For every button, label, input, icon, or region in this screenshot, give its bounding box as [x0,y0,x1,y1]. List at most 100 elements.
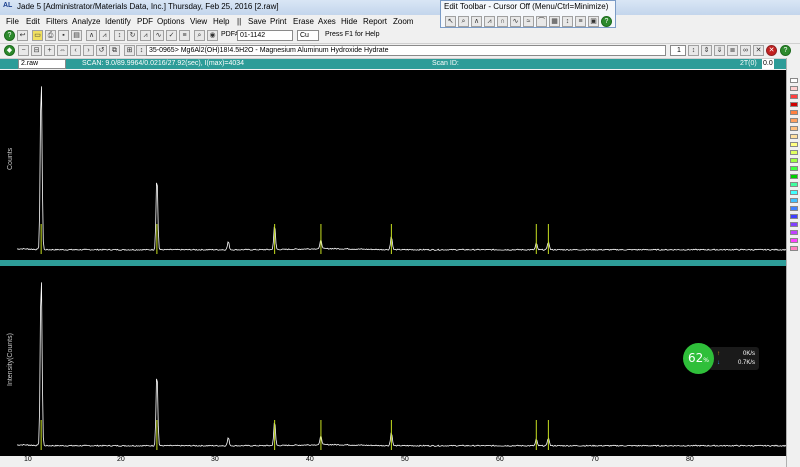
rotate-icon[interactable]: ↻ [127,30,138,41]
axis-mode[interactable]: 2T(0) [740,59,757,69]
menu-save[interactable]: Save [248,17,266,26]
marker-icon[interactable]: ✓ [166,30,177,41]
cursor-icon[interactable]: ↖ [445,16,456,27]
minus-icon[interactable]: − [18,45,29,56]
menu-view[interactable]: View [190,17,207,26]
palette-icon[interactable]: ◉ [207,30,218,41]
add-icon[interactable]: + [44,45,55,56]
color-swatch[interactable] [790,134,798,139]
edit-toolbar: Edit Toolbar - Cursor Off (Menu/Ctrl=Min… [440,0,616,28]
color-swatch[interactable] [790,142,798,147]
spin-icon[interactable]: ↕ [688,45,699,56]
smooth-icon[interactable]: ≈ [523,16,534,27]
expand-icon[interactable]: ⊞ [124,45,135,56]
color-swatch[interactable] [790,110,798,115]
down-arrow-icon[interactable]: ⇓ [714,45,725,56]
color-swatch[interactable] [790,182,798,187]
fit-peak-icon[interactable]: ∩ [497,16,508,27]
element-select[interactable]: Cu [297,30,319,41]
help-icon[interactable]: ? [780,45,791,56]
overlay-icon[interactable]: ⩘ [99,30,110,41]
copy-icon[interactable]: ⧉ [109,45,120,56]
list-icon[interactable]: ≣ [727,45,738,56]
back-icon[interactable]: ↩ [17,30,28,41]
color-swatch[interactable] [790,86,798,91]
color-swatch[interactable] [790,230,798,235]
menu-report[interactable]: Report [363,17,387,26]
help-icon[interactable]: ? [4,30,15,41]
menu-options[interactable]: Options [157,17,185,26]
color-swatch[interactable] [790,78,798,83]
wave-icon[interactable]: ∿ [153,30,164,41]
menu-filters[interactable]: Filters [46,17,68,26]
stop-icon[interactable]: ✕ [766,45,777,56]
color-swatch[interactable] [790,222,798,227]
menu-bar: File Edit Filters Analyze Identify PDF O… [0,15,800,28]
color-swatch[interactable] [790,126,798,131]
color-swatch[interactable] [790,190,798,195]
page-number-field[interactable]: 1 [670,45,686,56]
color-swatch[interactable] [790,246,798,251]
color-swatch[interactable] [790,118,798,123]
color-swatch[interactable] [790,102,798,107]
remove-icon[interactable]: ⊟ [31,45,42,56]
chain-icon[interactable]: ∞ [740,45,751,56]
ok-icon[interactable]: ◆ [4,45,15,56]
pdf-number-input[interactable]: 01-1142 [237,30,293,41]
magnify-icon[interactable]: ⌕ [458,16,469,27]
color-swatch[interactable] [790,238,798,243]
menu-help[interactable]: Help [213,17,229,26]
color-swatch[interactable] [790,198,798,203]
color-swatch[interactable] [790,166,798,171]
print-icon[interactable]: ⎙ [45,30,56,41]
color-icon[interactable]: ▦ [549,16,560,27]
menu-hide[interactable]: Hide [341,17,357,26]
title-bar: AL Jade 5 [Administrator/Materials Data,… [0,0,800,15]
pattern-icon[interactable]: ∧ [86,30,97,41]
axis-value[interactable]: 0.0 [762,59,774,69]
search-icon[interactable]: ⌕ [194,30,205,41]
next-icon[interactable]: › [83,45,94,56]
peaks-icon[interactable]: ⩘ [140,30,151,41]
mark-icon[interactable]: ≡ [575,16,586,27]
list-icon[interactable]: ≡ [179,30,190,41]
file-select[interactable]: 2.raw [18,59,66,69]
color-swatch[interactable] [790,94,798,99]
move-icon[interactable]: ⇔ [57,45,68,56]
open-folder-icon[interactable]: ▭ [32,30,43,41]
color-swatch[interactable] [790,158,798,163]
wave-icon[interactable]: ∿ [510,16,521,27]
menu-identify[interactable]: Identify [105,17,131,26]
menu-axes[interactable]: Axes [318,17,336,26]
plot-bottom[interactable]: Intensity(Counts) [0,266,786,456]
color-swatch[interactable] [790,214,798,219]
menu-analyze[interactable]: Analyze [72,17,100,26]
peak-icon[interactable]: ∧ [471,16,482,27]
secondary-toolbar: ◆ − ⊟ + ⇔ ‹ › ↺ ⧉ ⊞ ↕ 35-0965> Mg6Al2(OH… [0,44,800,59]
plot-top[interactable]: Counts [0,70,786,260]
menu-zoom[interactable]: Zoom [393,17,413,26]
save-icon[interactable]: ▪ [58,30,69,41]
color-swatch[interactable] [790,174,798,179]
upload-arrow-icon: ↑ [717,351,720,357]
menu-file[interactable]: File [6,17,19,26]
prev-icon[interactable]: ‹ [70,45,81,56]
scale-icon[interactable]: ↕ [114,30,125,41]
help-icon[interactable]: ? [601,16,612,27]
background-icon[interactable]: ⌒ [536,16,547,27]
grid-icon[interactable]: ▣ [588,16,599,27]
menu-edit[interactable]: Edit [26,17,40,26]
network-speed-widget[interactable]: ↑ 0K/s ↓ 0.7K/s 62% [683,343,761,374]
up-down-arrow-icon[interactable]: ⇕ [701,45,712,56]
menu-print[interactable]: Print [270,17,286,26]
color-swatch[interactable] [790,150,798,155]
menu-erase[interactable]: Erase [293,17,314,26]
image-icon[interactable]: ▤ [71,30,82,41]
refresh-icon[interactable]: ↺ [96,45,107,56]
menu-pdf[interactable]: PDF [137,17,153,26]
delete-icon[interactable]: ✕ [753,45,764,56]
color-swatch[interactable] [790,206,798,211]
scale-icon[interactable]: ↕ [562,16,573,27]
pdf-card-select[interactable]: 35-0965> Mg6Al2(OH)18!4.5H2O - Magnesium… [146,45,666,56]
peaks-icon[interactable]: ⩘ [484,16,495,27]
